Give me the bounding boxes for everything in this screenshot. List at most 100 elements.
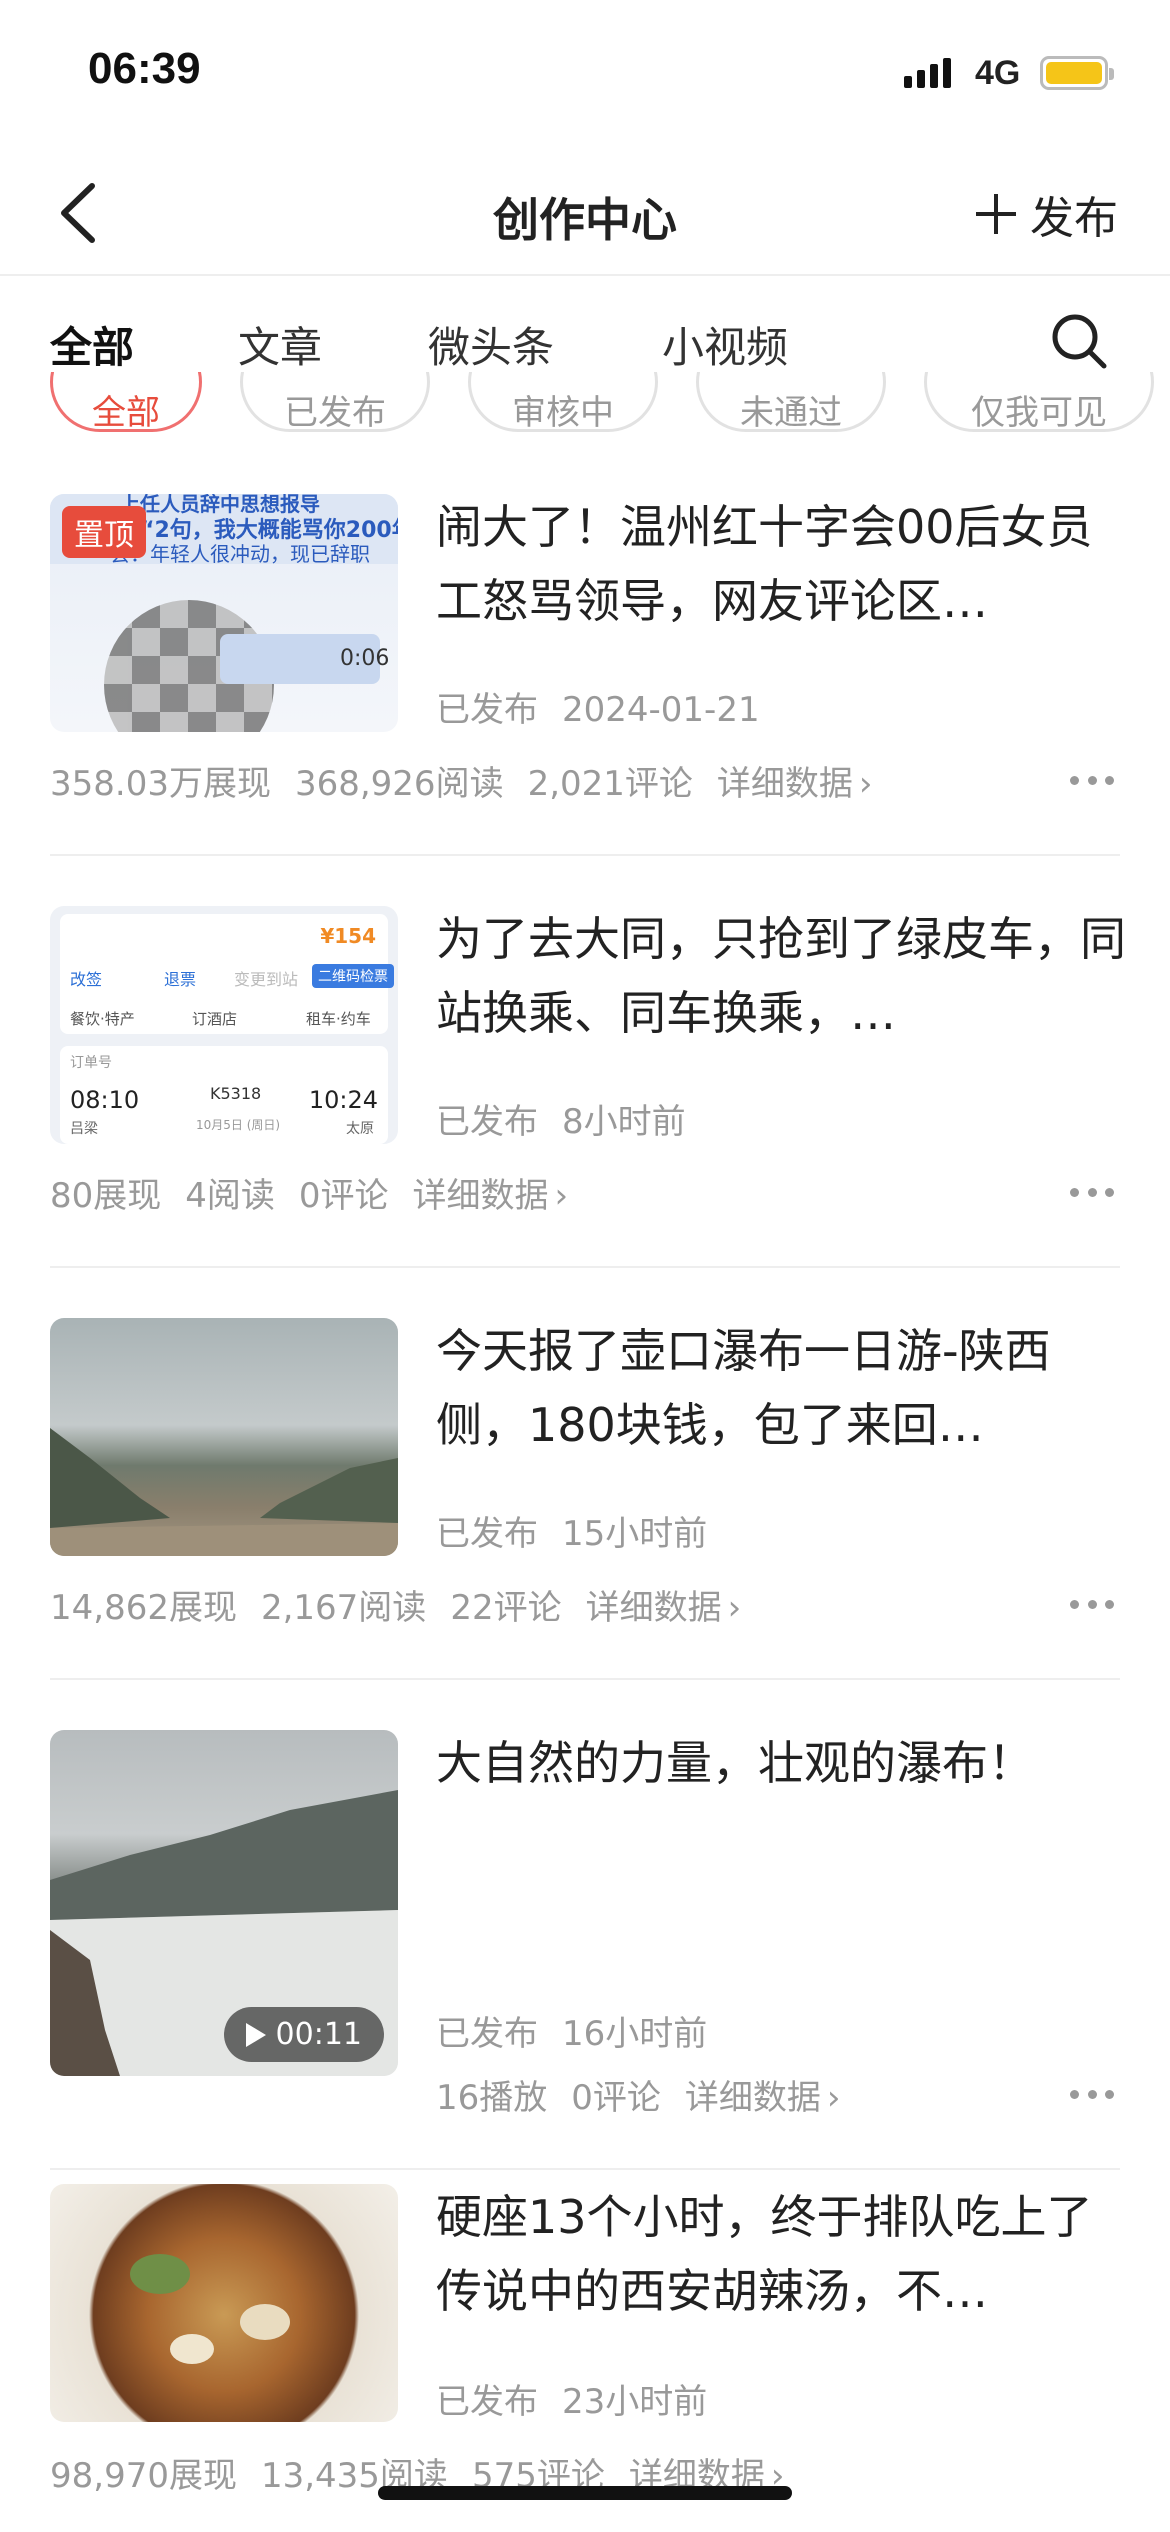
article-meta: 已发布 16小时前 <box>436 2006 731 2055</box>
video-duration: 00:11 <box>275 2017 362 2052</box>
chip-published[interactable]: 已发布 <box>240 372 430 432</box>
divider <box>50 2168 1120 2170</box>
arr-time: 10:24 <box>308 1086 378 1114</box>
ticket-link: 餐饮·特产 <box>70 1010 135 1028</box>
tab-articles[interactable]: 文章 <box>238 314 322 375</box>
tab-micro-posts[interactable]: 微头条 <box>428 314 554 375</box>
article-thumbnail <box>50 1318 398 1556</box>
more-icon[interactable] <box>1070 1600 1114 1610</box>
stat-impressions: 80展现 <box>50 1176 162 1216</box>
detail-data-label: 详细数据 <box>412 1176 549 1216</box>
chevron-right-icon: › <box>727 1588 742 1628</box>
duration-badge: 00:11 <box>223 2007 384 2062</box>
dep-station: 吕梁 <box>70 1121 98 1137</box>
stat-comments: 0评论 <box>571 2078 661 2118</box>
article-title[interactable]: 今天报了壶口瀑布一日游-陕西侧，180块钱，包了来回… <box>436 1314 1126 1462</box>
play-icon <box>245 2022 266 2047</box>
detail-data-link[interactable]: 详细数据 › <box>717 764 897 804</box>
article-thumbnail: ¥154 改签 退票 变更到站 二维码检票 餐饮·特产 订酒店 租车·约车 订单… <box>50 906 398 1144</box>
thumb-food-detail <box>240 2304 290 2340</box>
tab-short-videos[interactable]: 小视频 <box>662 314 788 375</box>
article-status: 已发布 <box>436 1514 538 1554</box>
nav-bar: 创作中心 发布 <box>0 150 1170 276</box>
article-time: 16小时前 <box>562 2014 708 2054</box>
thumb-headline: 会：年轻人很冲动，现已辞职 <box>110 542 370 564</box>
article-meta: 已发布 2024-01-21 <box>436 682 784 731</box>
ticket-btn: 二维码检票 <box>312 964 394 988</box>
ticket-link: 订酒店 <box>192 1010 238 1028</box>
thumb-food-detail <box>170 2334 214 2364</box>
publish-button[interactable]: 发布 <box>976 182 1118 246</box>
chip-all[interactable]: 全部 <box>50 372 202 432</box>
stat-impressions: 14,862展现 <box>50 1588 237 1628</box>
more-icon[interactable] <box>1070 2090 1114 2100</box>
tab-all[interactable]: 全部 <box>50 314 134 375</box>
stat-plays: 16播放 <box>436 2078 548 2118</box>
article-time: 15小时前 <box>562 1514 708 1554</box>
stat-reads: 2,167阅读 <box>260 1588 427 1628</box>
detail-data-link[interactable]: 详细数据 › <box>586 1588 766 1628</box>
status-time: 06:39 <box>88 44 201 93</box>
divider <box>50 1266 1120 1268</box>
divider <box>50 854 1120 856</box>
search-icon[interactable] <box>1050 312 1108 370</box>
more-icon[interactable] <box>1070 1188 1114 1198</box>
detail-data-link[interactable]: 详细数据 › <box>413 1176 593 1216</box>
article-title[interactable]: 闹大了！温州红十字会00后女员工怒骂领导，网友评论区… <box>436 490 1126 638</box>
ticket-btn: 退票 <box>164 970 197 989</box>
status-bar: 06:39 4G <box>0 0 1170 150</box>
article-meta: 已发布 15小时前 <box>436 1506 731 1555</box>
article-title[interactable]: 硬座13个小时，终于排队吃上了传说中的西安胡辣汤，不… <box>436 2180 1126 2328</box>
ticket-btn: 改签 <box>70 970 103 989</box>
thumb-landscape <box>50 1428 398 1556</box>
dep-time: 08:10 <box>70 1086 140 1114</box>
article-stats: 16播放 0评论 详细数据 › <box>436 2070 865 2119</box>
article-meta: 已发布 8小时前 <box>436 1094 710 1143</box>
more-icon[interactable] <box>1070 776 1114 786</box>
network-label: 4G <box>975 54 1021 92</box>
article-time: 2024-01-21 <box>562 690 760 730</box>
video-thumbnail: 00:11 <box>50 1730 398 2076</box>
article-status: 已发布 <box>436 1102 538 1142</box>
ticket-price: ¥154 <box>320 924 376 948</box>
article-title[interactable]: 为了去大同，只抢到了绿皮车，同站换乘、同车换乘，… <box>436 902 1126 1050</box>
stat-impressions: 358.03万展现 <box>50 764 271 804</box>
train-no: K5318 <box>210 1084 262 1103</box>
chip-private[interactable]: 仅我可见 <box>924 372 1154 432</box>
home-indicator[interactable] <box>378 2486 792 2500</box>
ticket-link: 租车·约车 <box>306 1010 371 1028</box>
detail-data-link[interactable]: 详细数据 › <box>685 2078 865 2118</box>
arr-station: 太原 <box>346 1121 374 1137</box>
chip-reviewing[interactable]: 审核中 <box>468 372 658 432</box>
stat-comments: 22评论 <box>450 1588 562 1628</box>
filter-chips: 全部 已发布 审核中 未通过 仅我可见 <box>0 372 1170 442</box>
stat-reads: 368,926阅读 <box>294 764 504 804</box>
stat-comments: 2,021评论 <box>527 764 693 804</box>
thumb-food-detail <box>130 2254 190 2294</box>
article-title[interactable]: 大自然的力量，壮观的瀑布！ <box>436 1726 1126 1800</box>
article-stats: 14,862展现 2,167阅读 22评论 详细数据 › <box>50 1580 765 1629</box>
detail-data-label: 详细数据 <box>684 2078 821 2118</box>
chip-rejected[interactable]: 未通过 <box>696 372 886 432</box>
article-meta: 已发布 23小时前 <box>436 2374 731 2423</box>
ticket-order-card: 订单号 08:10 K5318 10:24 吕梁 10月5日 (周日) 太原 <box>60 1046 388 1144</box>
battery-icon <box>1040 56 1114 90</box>
article-status: 已发布 <box>436 2382 538 2422</box>
detail-data-label: 详细数据 <box>716 764 853 804</box>
chevron-right-icon: › <box>826 2078 841 2118</box>
article-status: 已发布 <box>436 690 538 730</box>
article-status: 已发布 <box>436 2014 538 2054</box>
pinned-badge: 置顶 <box>62 506 146 558</box>
stat-comments: 0评论 <box>298 1176 389 1216</box>
order-label: 订单号 <box>70 1055 112 1071</box>
plus-icon <box>976 194 1016 234</box>
travel-date: 10月5日 (周日) <box>196 1118 281 1132</box>
article-time: 23小时前 <box>562 2382 708 2422</box>
ticket-card: ¥154 改签 退票 变更到站 二维码检票 餐饮·特产 订酒店 租车·约车 <box>60 914 394 1034</box>
divider <box>50 1678 1120 1680</box>
article-time: 8小时前 <box>562 1102 686 1142</box>
publish-label: 发布 <box>1030 193 1118 244</box>
stat-reads: 4阅读 <box>185 1176 275 1216</box>
article-thumbnail <box>50 2184 398 2422</box>
signal-icon <box>904 58 951 88</box>
